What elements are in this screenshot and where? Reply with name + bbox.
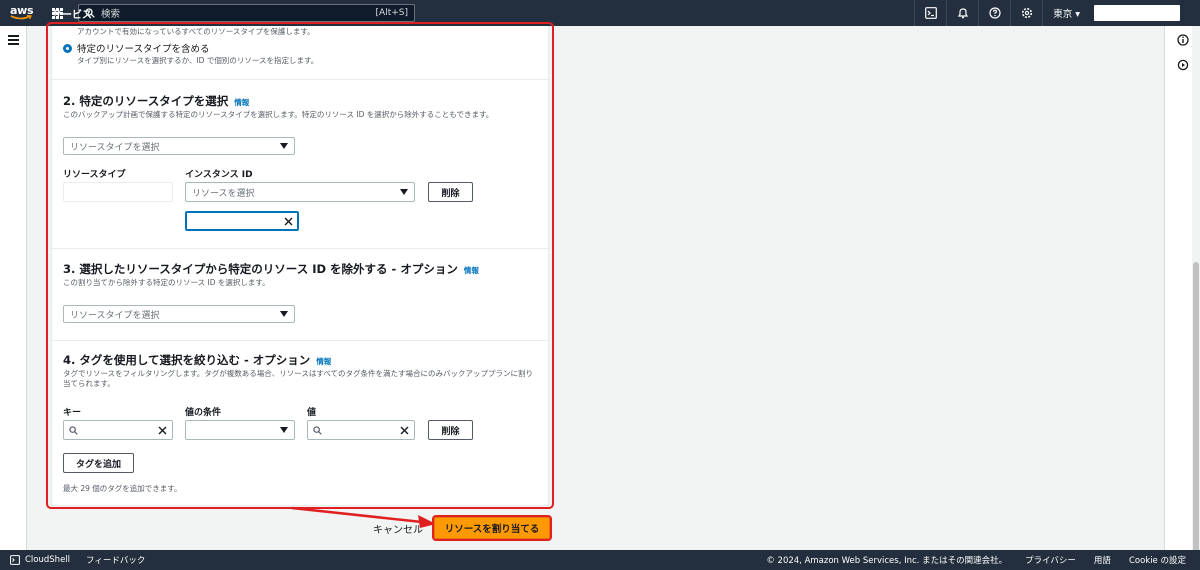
search-placeholder: 検索 bbox=[101, 9, 121, 20]
section-4-title: 4. タグを使用して選択を絞り込む - オプション 情報 bbox=[63, 352, 331, 368]
section-3-description: この割り当てから除外する特定のリソース ID を選択します。 bbox=[63, 278, 270, 287]
all-resources-note: アカウントで有効になっているすべてのリソースタイプを保護します。 bbox=[77, 27, 315, 36]
cookie-settings-link[interactable]: Cookie の設定 bbox=[1129, 554, 1186, 566]
option-description: タイプ別にリソースを選択するか、ID で個別のリソースを指定します。 bbox=[77, 56, 319, 65]
region-label: 東京 ▾ bbox=[1053, 9, 1080, 20]
radio-selected[interactable] bbox=[63, 43, 72, 53]
divider bbox=[52, 248, 548, 249]
gear-icon bbox=[1021, 7, 1032, 19]
info-icon[interactable] bbox=[1177, 34, 1189, 46]
add-tag-button[interactable]: タグを追加 bbox=[63, 453, 134, 473]
close-icon[interactable] bbox=[400, 426, 409, 435]
resource-type-label: リソースタイプ bbox=[63, 170, 126, 180]
account-menu[interactable] bbox=[1094, 5, 1180, 21]
tag-key-input[interactable] bbox=[63, 420, 173, 440]
copyright-text: © 2024, Amazon Web Services, Inc. またはその関… bbox=[766, 556, 1008, 566]
bell-icon bbox=[957, 8, 968, 19]
include-specific-types-option[interactable]: 特定のリソースタイプを含める bbox=[63, 41, 210, 55]
caret-down-icon bbox=[280, 143, 288, 149]
feedback-icon[interactable] bbox=[1177, 59, 1189, 71]
tag-value-input[interactable] bbox=[307, 420, 415, 440]
instance-id-label: インスタンス ID bbox=[185, 170, 253, 180]
section-2-heading: 2. 特定のリソースタイプを選択 bbox=[63, 94, 229, 108]
search-input[interactable]: 検索 [Alt+S] bbox=[78, 4, 415, 22]
close-icon[interactable] bbox=[284, 217, 293, 226]
section-4-description-line1: タグでリソースをフィルタリングします。タグが複数ある場合、リソースはすべてのタグ… bbox=[63, 369, 534, 378]
tag-limit-note: 最大 29 個のタグを追加できます。 bbox=[63, 484, 182, 493]
region-selector[interactable]: 東京 ▾ bbox=[1042, 0, 1090, 26]
terminal-icon bbox=[924, 7, 937, 19]
section-4-info-link[interactable]: 情報 bbox=[316, 356, 331, 367]
tag-condition-label: 値の条件 bbox=[185, 408, 222, 418]
services-label: サービス bbox=[52, 9, 92, 21]
terms-link[interactable]: 用語 bbox=[1094, 554, 1111, 566]
help-button[interactable] bbox=[978, 0, 1010, 26]
section-2-title: 2. 特定のリソースタイプを選択 情報 bbox=[63, 93, 249, 109]
notifications-button[interactable] bbox=[946, 0, 978, 26]
cloudshell-nav-button[interactable] bbox=[914, 0, 946, 26]
section-3-title: 3. 選択したリソースタイプから特定のリソース ID を除外する - オプション… bbox=[63, 261, 479, 277]
search-shortcut: [Alt+S] bbox=[375, 8, 408, 18]
cloudshell-link[interactable]: CloudShell bbox=[25, 555, 70, 565]
section-2-description: このバックアップ計画で保護する特定のリソースタイプを選択します。特定のリソース … bbox=[63, 110, 494, 119]
assign-resources-button[interactable]: リソースを割り当てる bbox=[434, 517, 550, 539]
settings-button[interactable] bbox=[1010, 0, 1042, 26]
aws-logo[interactable]: aws bbox=[10, 5, 40, 21]
page-scrollbar[interactable] bbox=[1192, 26, 1200, 570]
section-3-info-link[interactable]: 情報 bbox=[464, 265, 479, 276]
resource-type-select[interactable]: リソースタイプを選択 bbox=[63, 137, 295, 155]
nav-right: 東京 ▾ bbox=[914, 0, 1200, 26]
services-menu[interactable]: サービス bbox=[52, 7, 92, 21]
section-2-info-link[interactable]: 情報 bbox=[234, 97, 249, 108]
hamburger-icon[interactable] bbox=[8, 35, 19, 47]
resource-filter-input[interactable] bbox=[185, 211, 299, 231]
divider bbox=[52, 79, 548, 80]
tag-key-label: キー bbox=[63, 408, 82, 418]
aws-smile-icon bbox=[10, 14, 32, 19]
resource-type-value bbox=[63, 182, 173, 202]
divider bbox=[52, 340, 548, 341]
section-3-heading: 3. 選択したリソースタイプから特定のリソース ID を除外する - オプション bbox=[63, 262, 458, 276]
top-navigation: aws サービス 検索 [Alt+S] 東京 ▾ bbox=[0, 0, 1200, 26]
section-4-description-line2: 当てられます。 bbox=[63, 379, 115, 388]
close-icon[interactable] bbox=[158, 426, 167, 435]
caret-down-icon bbox=[280, 311, 288, 317]
delete-tag-button[interactable]: 削除 bbox=[428, 420, 473, 440]
search-icon bbox=[69, 425, 78, 435]
tag-condition-select[interactable] bbox=[185, 420, 295, 440]
search-icon bbox=[313, 425, 322, 435]
exclude-resource-type-select[interactable]: リソースタイプを選択 bbox=[63, 305, 295, 323]
tag-value-label: 値 bbox=[307, 408, 317, 418]
left-rail bbox=[0, 26, 27, 550]
select-placeholder: リソースタイプを選択 bbox=[70, 310, 160, 321]
select-placeholder: リソースタイプを選択 bbox=[70, 142, 160, 153]
help-icon bbox=[989, 7, 1001, 19]
section-4-heading: 4. タグを使用して選択を絞り込む - オプション bbox=[63, 353, 311, 367]
delete-resource-button[interactable]: 削除 bbox=[428, 182, 473, 202]
scrollbar-thumb[interactable] bbox=[1193, 262, 1199, 570]
pointer-arrow-icon bbox=[291, 506, 436, 528]
page-footer: CloudShell フィードバック © 2024, Amazon Web Se… bbox=[0, 550, 1200, 570]
caret-down-icon bbox=[280, 427, 288, 433]
resource-select-placeholder: リソースを選択 bbox=[192, 188, 255, 199]
privacy-link[interactable]: プライバシー bbox=[1025, 554, 1076, 566]
option-label: 特定のリソースタイプを含める bbox=[77, 44, 210, 55]
feedback-link[interactable]: フィードバック bbox=[86, 554, 145, 566]
terminal-icon bbox=[10, 555, 20, 565]
resource-select[interactable]: リソースを選択 bbox=[185, 182, 415, 202]
caret-down-icon bbox=[400, 189, 408, 195]
